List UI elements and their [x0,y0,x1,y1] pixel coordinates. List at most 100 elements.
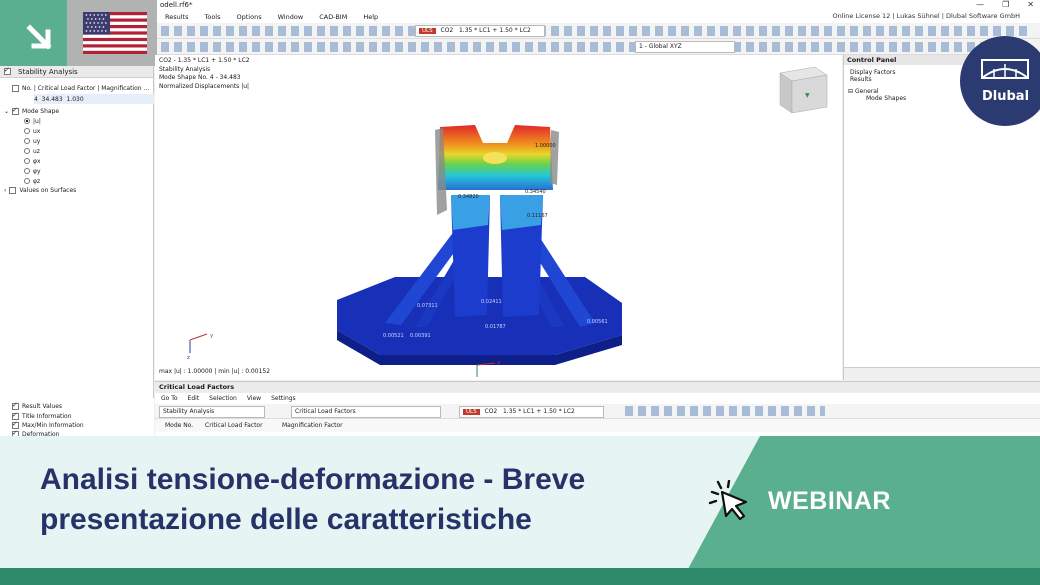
menu-cad-bim[interactable]: CAD-BIM [311,13,355,21]
svg-text:★ ★ ★ ★ ★ ★: ★ ★ ★ ★ ★ ★ [85,29,107,33]
table-toolbar-icons[interactable] [625,406,825,416]
values-on-surfaces-node[interactable]: › Values on Surfaces [4,185,76,195]
table-menu-edit[interactable]: Edit [188,395,200,402]
table-menu-selection[interactable]: Selection [209,395,237,402]
table-combination-select[interactable]: ULS CO2 1.35 * LC1 + 1.50 * LC2 [459,406,604,418]
mode-shape-checkbox[interactable] [12,106,20,115]
navigator-checkbox[interactable] [4,66,11,75]
radio-icon[interactable] [24,118,30,124]
checkbox[interactable] [12,411,19,420]
window-titlebar: odell.rf6* — ❐ ✕ [157,0,1040,11]
chevron-right-icon[interactable]: › [4,187,6,194]
minimize-button[interactable]: — [976,0,984,9]
arrow-down-right-icon [26,24,52,50]
component-uy[interactable]: uy [24,136,40,146]
us-flag-icon: ★ ★ ★ ★ ★ ★★ ★ ★ ★ ★ ★ ★ ★ ★ ★ ★★ ★ ★ ★ … [83,12,147,54]
table-panel-title: Critical Load Factors [155,382,1040,393]
analysis-type-select[interactable]: Stability Analysis [159,406,265,418]
table-toolbar: Stability Analysis Critical Load Factors… [155,404,1040,418]
chevron-down-icon[interactable]: ⌄ [4,108,9,115]
mode-shape-label: Mode Shape [22,107,60,115]
coordinate-system-select[interactable]: 1 - Global XYZ [635,41,735,53]
axis-gizmo-left: y z [187,333,214,361]
radio-icon[interactable] [24,158,30,164]
window-title: odell.rf6* [160,1,193,9]
component-label: φx [33,157,41,165]
cap-hole [483,152,507,164]
result-label: 0.11167 [527,213,548,219]
view-cube[interactable]: ▼ [779,66,828,114]
combo-name: CO2 [440,27,454,34]
table-header: Mode No. Critical Load Factor Magnificat… [155,418,1040,432]
checkbox[interactable] [12,420,19,429]
bridge-icon [981,59,1029,79]
headline-line-2: presentazione delle caratteristiche [40,503,532,536]
component-ux[interactable]: ux [24,126,40,136]
load-combination-select[interactable]: ULS CO2 1.35 * LC1 + 1.50 * LC2 [415,25,545,37]
result-label: 0.00391 [410,333,431,339]
table-menu-view[interactable]: View [247,395,261,402]
item-label: Title Information [22,412,72,420]
table-menu-goto[interactable]: Go To [161,395,178,402]
tree-label: Mode Shapes [866,95,907,102]
control-panel-tabs[interactable] [844,367,1040,380]
component-phix[interactable]: φx [24,156,41,166]
table-menu-settings[interactable]: Settings [271,395,296,402]
toolbar-icons-2[interactable] [161,42,1031,52]
combo-formula: 1.35 * LC1 + 1.50 * LC2 [502,408,575,415]
result-label: 0.07311 [417,303,438,309]
max-min-readout: max |u| : 1.00000 | min |u| : 0.00152 [159,368,271,375]
menu-help[interactable]: Help [355,13,386,21]
banner-footer-strip [0,568,1040,585]
item-label: Result Values [22,402,63,410]
critical-factor: 34.483 [41,95,63,103]
radio-icon[interactable] [24,178,30,184]
uls-badge: ULS [419,28,436,34]
radio-icon[interactable] [24,138,30,144]
table-menu: Go To Edit Selection View Settings [155,393,1040,404]
values-on-surfaces-checkbox[interactable] [9,186,17,194]
model-viewport[interactable]: CO2 - 1.35 * LC1 + 1.50 * LC2 Stability … [155,55,842,380]
banner-headline: Analisi tensione-deformazione - Breve pr… [40,460,700,540]
mode-shape-model[interactable]: 1.00000 0.34540 0.34820 0.11167 0.07311 … [155,55,842,380]
result-values-item[interactable]: Result Values [12,401,62,411]
toolbar-icons[interactable] [161,26,1031,36]
menu-results[interactable]: Results [157,13,196,21]
component-label: uy [33,137,41,145]
close-button[interactable]: ✕ [1027,0,1034,9]
result-label: 1.00000 [535,143,556,149]
component-label: |u| [33,117,41,125]
radio-icon[interactable] [24,128,30,134]
component-phiy[interactable]: φy [24,166,41,176]
axis-z-label: z [187,355,190,361]
menu-tools[interactable]: Tools [196,13,228,21]
click-cursor-icon [708,480,748,521]
mode-shape-node[interactable]: ⌄ Mode Shape [4,106,59,116]
values-on-surfaces-label: Values on Surfaces [19,186,77,194]
svg-text:▼: ▼ [805,92,810,99]
mode-list-checkbox[interactable] [12,84,19,92]
col-mode-no: Mode No. [165,422,194,429]
component-label: φz [33,177,41,185]
result-label: 0.34820 [458,194,479,200]
radio-icon[interactable] [24,168,30,174]
radio-icon[interactable] [24,148,30,154]
component-uz[interactable]: uz [24,146,40,156]
component-label: uz [33,147,40,155]
component-label: φy [33,167,41,175]
navigator-header[interactable]: Stability Analysis [0,66,153,78]
toolbar-main: ULS CO2 1.35 * LC1 + 1.50 * LC2 [157,23,1040,39]
navigator-panel: Stability Analysis No. | Critical Load F… [0,66,154,436]
combo-name: CO2 [484,408,498,415]
result-label: 0.01787 [485,324,506,330]
table-type-select[interactable]: Critical Load Factors [291,406,441,418]
menu-window[interactable]: Window [270,13,312,21]
mode-value-row[interactable]: 4 34.483 1.030 [34,94,154,104]
result-label: 0.00521 [383,333,404,339]
menu-options[interactable]: Options [229,13,270,21]
maximize-button[interactable]: ❐ [1002,0,1009,9]
component-u-abs[interactable]: |u| [24,116,41,126]
item-label: Max/Min Information [22,421,84,429]
dlubal-logo: Dlubal [960,36,1040,126]
checkbox[interactable] [12,401,19,410]
